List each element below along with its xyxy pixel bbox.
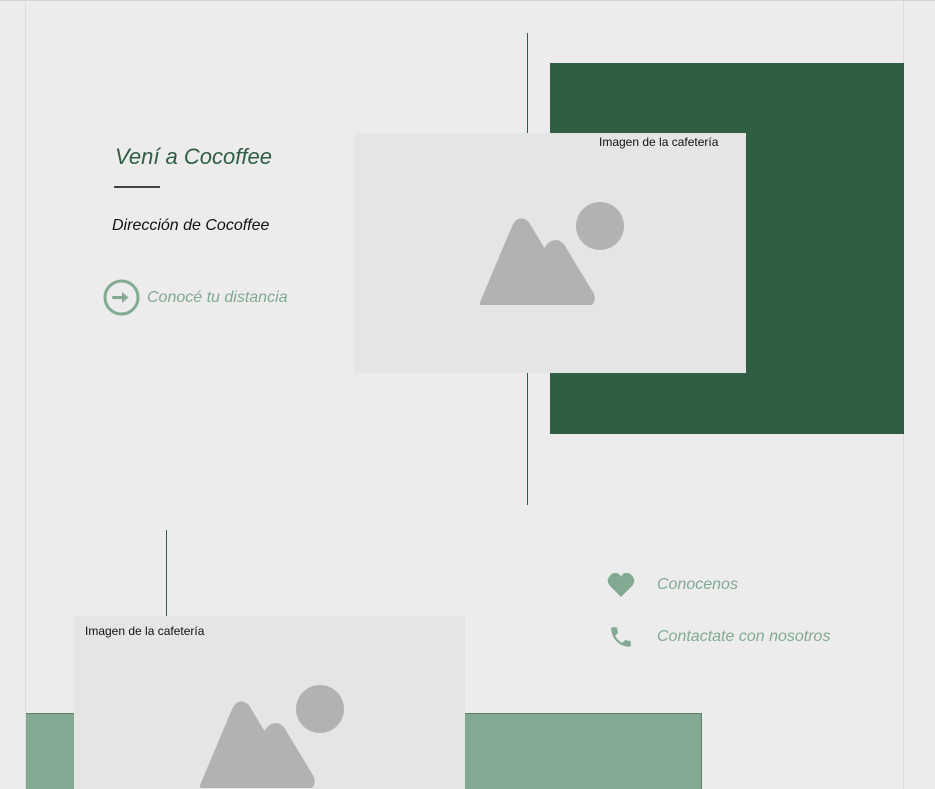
distance-link-label: Conocé tu distancia [147,288,288,306]
contact-link[interactable]: Contactate con nosotros [606,624,830,650]
image-placeholder-icon [200,685,344,788]
about-link-label: Conocenos [657,576,738,593]
distance-link[interactable]: Conocé tu distancia [103,279,288,316]
image-placeholder-icon [480,202,624,305]
cafe-image-top: Imagen de la cafetería [354,133,746,373]
heart-icon [607,572,635,597]
bottom-vertical-line [166,530,167,620]
about-link[interactable]: Conocenos [606,572,738,598]
top-border [0,0,935,1]
title-underline [114,186,160,188]
contact-link-label: Contactate con nosotros [657,628,831,645]
cafe-address: Dirección de Cocoffee [112,217,270,234]
cafe-image-top-caption: Imagen de la cafetería [599,135,719,149]
phone-icon [611,627,631,647]
cafe-image-bottom: Imagen de la cafetería [74,616,465,789]
left-guide-line [25,0,26,789]
arrow-circle-right-icon [103,279,140,316]
cafe-image-bottom-caption: Imagen de la cafetería [85,624,205,638]
visit-title: Vení a Cocoffee [115,144,272,169]
